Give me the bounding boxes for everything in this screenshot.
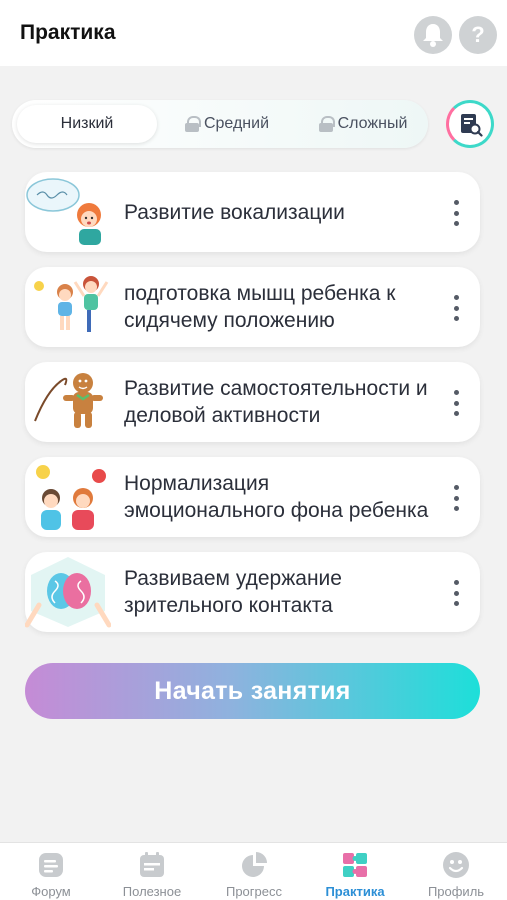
- level-medium-label: Средний: [203, 115, 270, 132]
- tab-practice-label: Практика: [325, 884, 385, 899]
- bell-icon: [423, 24, 443, 47]
- tab-useful[interactable]: Полезное: [102, 843, 202, 900]
- level-low-tab[interactable]: Низкий: [17, 105, 157, 143]
- forum-icon: [39, 853, 63, 877]
- puzzle-icon: [343, 853, 367, 877]
- start-lessons-button[interactable]: Начать занятия: [25, 663, 480, 719]
- question-icon: ?: [471, 22, 485, 47]
- girl-singing-illustration: [26, 178, 101, 245]
- page-title: Практика: [20, 21, 116, 44]
- exercise-title: Развитие самостоятельности и деловой акт…: [124, 377, 428, 427]
- calendar-icon: [140, 852, 164, 877]
- gingerbread-illustration: [34, 373, 103, 428]
- emotions-kids-illustration: [36, 465, 106, 530]
- tab-progress[interactable]: Прогресс: [204, 843, 304, 900]
- brain-hands-illustration: [25, 557, 111, 628]
- exercise-card[interactable]: Развитие самостоятельности и деловой акт…: [25, 362, 480, 442]
- level-hard-tab[interactable]: Сложный: [302, 105, 424, 143]
- document-search-icon: [461, 114, 483, 137]
- level-hard-label: Сложный: [337, 115, 408, 132]
- tab-profile[interactable]: Профиль: [406, 843, 506, 900]
- pie-chart-icon: [242, 852, 267, 877]
- tab-practice[interactable]: Практика: [305, 843, 405, 900]
- exercise-title: подготовка мышц ребенка к сидячему полож…: [124, 282, 396, 332]
- top-bar: Практика ?: [0, 0, 507, 66]
- tab-useful-label: Полезное: [122, 884, 182, 899]
- more-options-icon[interactable]: [449, 485, 463, 511]
- exercise-card[interactable]: подготовка мышц ребенка к сидячему полож…: [25, 267, 480, 347]
- search-exercises-button[interactable]: [446, 100, 494, 148]
- more-options-icon[interactable]: [449, 580, 463, 606]
- help-button[interactable]: ?: [459, 16, 497, 54]
- kids-exercising-illustration: [34, 276, 109, 332]
- more-options-icon[interactable]: [449, 200, 463, 226]
- smiley-icon: [443, 852, 469, 878]
- level-low-label: Низкий: [60, 115, 114, 132]
- notifications-button[interactable]: [414, 16, 452, 54]
- exercise-card[interactable]: Развитие вокализации: [25, 172, 480, 252]
- exercise-card[interactable]: Развиваем удержание зрительного контакта: [25, 552, 480, 632]
- lock-icon: [318, 116, 335, 132]
- difficulty-selector: Низкий Средний Сложный: [12, 100, 428, 148]
- tab-progress-label: Прогресс: [225, 884, 282, 899]
- exercise-card[interactable]: Нормализация эмоционального фона ребенка: [25, 457, 480, 537]
- exercise-title: Развиваем удержание зрительного контакта: [124, 567, 342, 617]
- exercise-title: Развитие вокализации: [124, 200, 345, 224]
- level-medium-tab[interactable]: Средний: [167, 105, 287, 143]
- more-options-icon[interactable]: [449, 390, 463, 416]
- tab-forum[interactable]: Форум: [1, 843, 101, 900]
- bottom-navigation: Форум Полезное Прогресс Практика Профиль: [0, 842, 507, 900]
- lock-icon: [184, 116, 201, 132]
- exercise-title: Нормализация эмоционального фона ребенка: [124, 472, 429, 522]
- tab-forum-label: Форум: [31, 884, 71, 899]
- more-options-icon[interactable]: [449, 295, 463, 321]
- tab-profile-label: Профиль: [427, 884, 485, 899]
